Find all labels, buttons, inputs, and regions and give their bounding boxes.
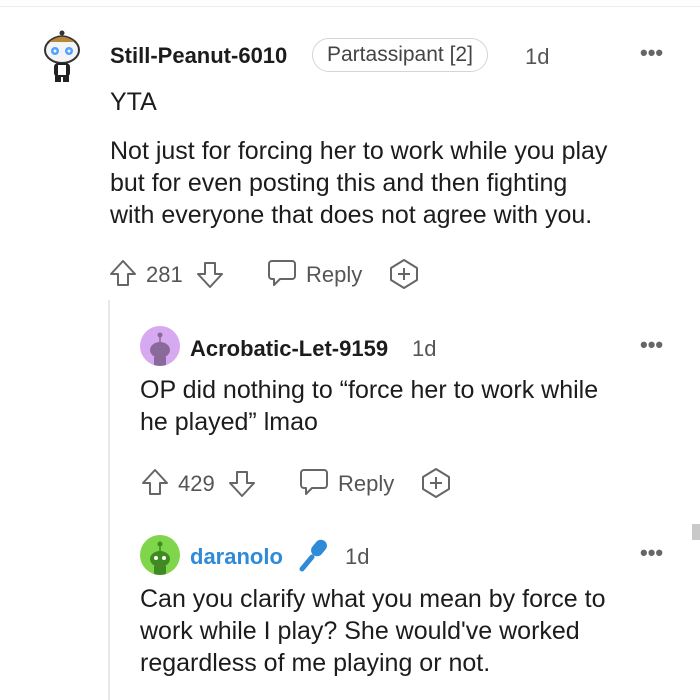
snoo-avatar-icon [150, 332, 170, 366]
more-options-icon[interactable]: ••• [640, 332, 663, 358]
comment-text-line: regardless of me playing or not. [140, 649, 491, 677]
vote-count: 429 [178, 471, 215, 496]
award-icon[interactable] [420, 467, 452, 499]
user-flair-badge: Partassipant [2] [312, 38, 488, 72]
comment-username-op[interactable]: daranolo [190, 544, 283, 570]
avatar[interactable] [40, 30, 84, 84]
snoo-avatar-icon [150, 541, 170, 575]
comment-text-line: Not just for forcing her to work while y… [110, 137, 608, 165]
top-divider [0, 6, 700, 7]
comment-age: 1d [412, 336, 437, 361]
comment-text-line: YTA [110, 88, 157, 116]
reply-icon[interactable] [266, 258, 298, 288]
comment-age: 1d [345, 544, 370, 569]
award-icon[interactable] [388, 258, 420, 290]
thread-line[interactable] [108, 300, 110, 700]
comment-text-line: but for even posting this and then fight… [110, 169, 568, 197]
comment-text-line: with everyone that does not agree with y… [110, 201, 593, 229]
reply-icon[interactable] [298, 467, 330, 497]
comment-text-line: OP did nothing to “force her to work whi… [140, 376, 599, 404]
upvote-icon[interactable] [108, 258, 138, 288]
reply-button[interactable]: Reply [338, 471, 394, 497]
avatar[interactable] [140, 535, 180, 575]
snoo-avatar-icon [44, 30, 80, 82]
downvote-icon[interactable] [195, 260, 225, 290]
comment-text-line: he played” lmao [140, 408, 318, 436]
more-options-icon[interactable]: ••• [640, 540, 663, 566]
more-options-icon[interactable]: ••• [640, 40, 663, 66]
comment-text-line: work while I play? She would've worked [140, 617, 580, 645]
avatar[interactable] [140, 326, 180, 366]
upvote-icon[interactable] [140, 467, 170, 497]
comment-text-line: Can you clarify what you mean by force t… [140, 585, 606, 613]
comment-username[interactable]: Acrobatic-Let-9159 [190, 336, 388, 362]
reply-button[interactable]: Reply [306, 262, 362, 288]
comment-age: 1d [525, 44, 550, 69]
scrollbar-thumb[interactable] [692, 524, 700, 540]
microphone-icon [296, 537, 332, 573]
comment-username[interactable]: Still-Peanut-6010 [110, 43, 287, 69]
downvote-icon[interactable] [227, 469, 257, 499]
vote-count: 281 [146, 262, 183, 287]
